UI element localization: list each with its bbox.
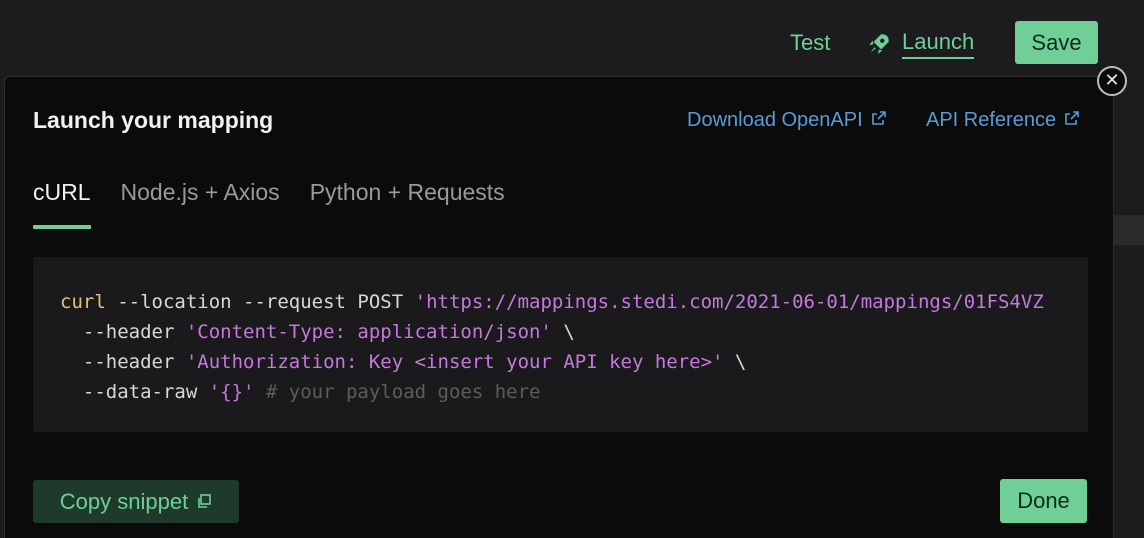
copy-icon (196, 489, 212, 515)
code-data-option: --data-raw (60, 381, 209, 403)
language-tabs: cURL Node.js + Axios Python + Requests (33, 179, 505, 229)
page: Test Launch Save Launch your mapping Dow… (0, 0, 1144, 538)
copy-snippet-button[interactable]: Copy snippet (33, 480, 239, 523)
launch-link[interactable]: Launch (866, 28, 975, 60)
tab-curl[interactable]: cURL (33, 179, 91, 229)
tab-python-requests[interactable]: Python + Requests (310, 179, 505, 229)
code-header-option: --header (60, 321, 186, 343)
api-reference-link[interactable]: API Reference (926, 109, 1080, 132)
code-authorization: 'Authorization: Key <insert your API key… (185, 351, 724, 373)
code-url: 'https://mappings.stedi.com/2021-06-01/m… (414, 291, 1044, 313)
code-header-option: --header (60, 351, 186, 373)
launch-modal: Launch your mapping Download OpenAPI API… (4, 76, 1114, 538)
download-openapi-link[interactable]: Download OpenAPI (687, 109, 887, 132)
code-snippet[interactable]: curl --location --request POST 'https://… (33, 257, 1088, 432)
top-bar: Test Launch Save (0, 0, 1144, 76)
external-link-icon (871, 109, 887, 132)
code-line-continuation: \ (723, 351, 747, 373)
code-line-continuation: \ (551, 321, 575, 343)
test-button[interactable]: Test (790, 30, 830, 56)
modal-title: Launch your mapping (33, 107, 274, 133)
copy-snippet-label: Copy snippet (59, 488, 189, 514)
code-payload: '{}' (208, 381, 255, 403)
close-icon[interactable]: ✕ (1097, 66, 1127, 96)
rocket-icon (866, 31, 892, 57)
download-openapi-label: Download OpenAPI (687, 109, 863, 131)
external-link-icon (1064, 109, 1080, 132)
launch-label: Launch (902, 29, 975, 59)
code-options: --location --request POST (105, 291, 415, 313)
background-panel (1112, 215, 1144, 245)
code-text: curl --location --request POST 'https://… (60, 287, 1044, 407)
code-comment: # your payload goes here (254, 381, 541, 403)
api-reference-label: API Reference (926, 109, 1057, 131)
save-button[interactable]: Save (1015, 21, 1098, 64)
tab-nodejs-axios[interactable]: Node.js + Axios (121, 179, 280, 229)
code-content-type: 'Content-Type: application/json' (185, 321, 552, 343)
done-button[interactable]: Done (1000, 479, 1087, 523)
code-command: curl (60, 291, 106, 313)
